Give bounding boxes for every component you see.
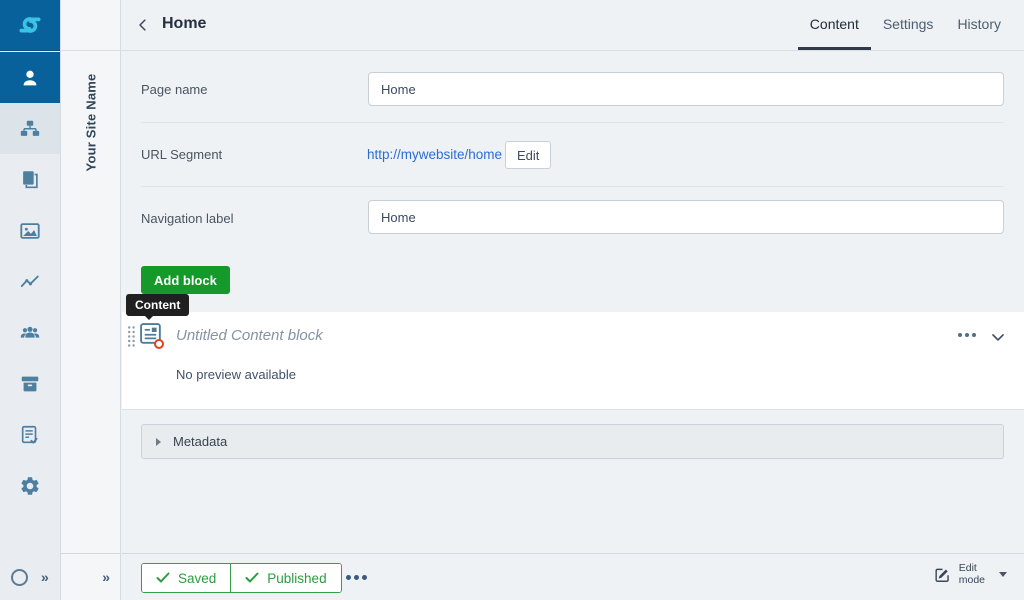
unsaved-indicator-icon (154, 339, 164, 349)
accordion-arrow-icon (156, 438, 161, 446)
sidebar-item-images[interactable] (0, 205, 60, 256)
site-name-column: Your Site Name » (61, 0, 121, 600)
more-actions-menu-icon[interactable] (346, 575, 367, 580)
edit-pencil-icon (933, 565, 952, 584)
navigation-label-label: Navigation label (141, 211, 234, 226)
edit-mode-label: Edit mode (959, 563, 985, 586)
expand-panel-icon[interactable]: » (102, 569, 110, 585)
check-icon (245, 572, 259, 584)
block-preview-text: No preview available (176, 367, 296, 382)
document-check-icon (19, 424, 41, 446)
site-column-footer: » (61, 553, 121, 600)
sidebar-item-reports[interactable] (0, 256, 60, 307)
action-bar: Saved Published Edit mode (122, 553, 1024, 600)
metadata-accordion[interactable]: Metadata (141, 424, 1004, 459)
sidebar-item-forms[interactable] (0, 409, 60, 460)
field-divider (141, 122, 1004, 123)
block-actions-menu-icon[interactable] (958, 333, 976, 337)
content-tooltip: Content (126, 294, 189, 316)
archive-box-icon (19, 373, 41, 395)
sidebar-item-pages[interactable] (0, 103, 60, 154)
saved-label: Saved (178, 571, 216, 586)
gear-icon (19, 475, 41, 497)
expand-menu-icon[interactable]: » (41, 569, 49, 585)
sidebar-item-settings[interactable] (0, 460, 60, 511)
image-icon (19, 220, 41, 242)
metadata-label: Metadata (173, 434, 227, 449)
sidebar-footer: » (0, 554, 60, 600)
page-title: Home (162, 15, 206, 33)
add-block-button[interactable]: Add block (141, 266, 230, 294)
saved-button[interactable]: Saved (142, 564, 230, 592)
site-name-label: Your Site Name (84, 73, 99, 171)
sidebar-item-security[interactable] (0, 307, 60, 358)
published-label: Published (267, 571, 326, 586)
block-title[interactable]: Untitled Content block (176, 327, 323, 344)
line-chart-icon (19, 271, 41, 293)
check-icon (156, 572, 170, 584)
sidebar: » (0, 0, 61, 600)
caret-down-icon (999, 572, 1007, 577)
tab-history[interactable]: History (945, 0, 1013, 50)
main-area: Home Content Settings History Page name … (122, 0, 1024, 600)
field-divider (141, 186, 1004, 187)
page-name-label: Page name (141, 82, 208, 97)
chevron-down-icon (988, 327, 1008, 347)
sidebar-item-archive[interactable] (0, 358, 60, 409)
edit-mode-selector[interactable]: Edit mode (933, 563, 1007, 586)
publish-button-group: Saved Published (141, 563, 342, 593)
tab-settings[interactable]: Settings (871, 0, 946, 50)
help-circle-icon[interactable] (11, 569, 28, 586)
tab-bar: Content Settings History (798, 0, 1013, 50)
tab-content[interactable]: Content (798, 0, 871, 50)
grip-dots-icon (127, 325, 136, 348)
drag-handle[interactable] (127, 325, 136, 351)
chevron-left-icon (134, 16, 152, 34)
site-name[interactable]: Your Site Name (61, 67, 121, 177)
back-button[interactable] (134, 16, 152, 37)
navigation-label-input[interactable] (368, 200, 1004, 234)
app-logo[interactable] (0, 0, 60, 51)
site-tree-icon (19, 118, 41, 140)
block-expand-button[interactable] (988, 327, 1008, 350)
documents-icon (19, 169, 41, 191)
silverstripe-logo-icon (17, 12, 43, 38)
sidebar-item-profile[interactable] (0, 52, 60, 103)
url-segment-link[interactable]: http://mywebsite/home (367, 147, 502, 162)
published-button[interactable]: Published (230, 564, 340, 592)
user-icon (19, 67, 41, 89)
page-name-input[interactable] (368, 72, 1004, 106)
cms-app: » Your Site Name » Home Content Settings… (0, 0, 1024, 600)
url-edit-button[interactable]: Edit (505, 141, 551, 169)
users-group-icon (19, 322, 41, 344)
url-segment-label: URL Segment (141, 147, 222, 162)
sidebar-item-files[interactable] (0, 154, 60, 205)
